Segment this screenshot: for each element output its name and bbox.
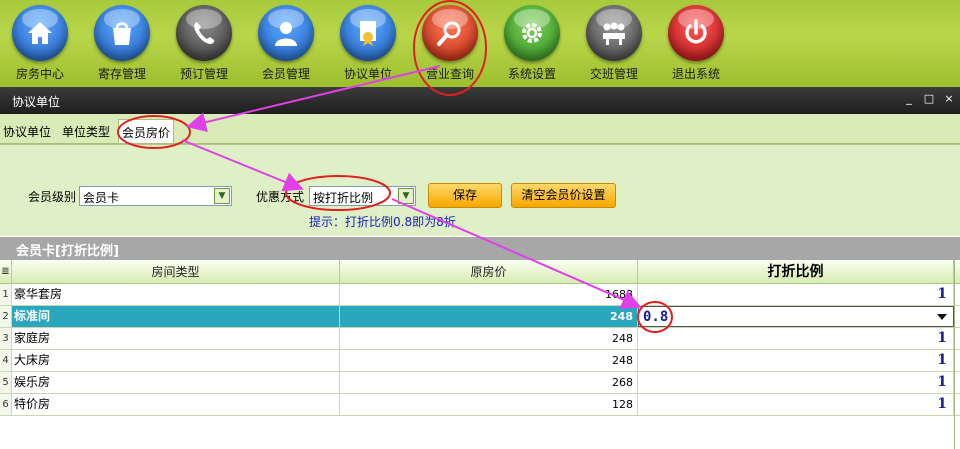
house-icon <box>12 5 68 61</box>
bag-icon <box>94 5 150 61</box>
member-level-label: 会员级别 <box>28 190 77 204</box>
row-index: 3 <box>0 328 12 349</box>
tab-member-price[interactable]: 会员房价 <box>118 119 175 143</box>
price-cell[interactable]: 248 <box>340 328 638 349</box>
toolbar-label: 寄存管理 <box>97 67 146 81</box>
table-row-selected[interactable]: 2 标准间 248 0.8 <box>0 306 960 328</box>
tab-unit-type[interactable]: 单位类型 <box>62 123 110 140</box>
discount-mode-select[interactable]: 按打折比例 ▼ <box>309 186 416 206</box>
chevron-down-icon[interactable]: ▼ <box>214 188 230 204</box>
column-discount-ratio[interactable]: 打折比例 <box>638 260 954 284</box>
discount-cell[interactable]: 1 <box>638 394 954 415</box>
minimize-button[interactable]: _ <box>902 92 916 106</box>
toolbar-label: 预订管理 <box>179 67 228 81</box>
discount-cell[interactable]: 1 <box>638 350 954 371</box>
window-title-bar: 协议单位 _ □ × <box>0 87 960 114</box>
main-toolbar: 房务中心 寄存管理 预订管理 会员管理 协议单位 营业查询 系统设置 交班管理 … <box>0 0 960 87</box>
toolbar-label: 交班管理 <box>589 67 638 81</box>
price-cell[interactable]: 1688 <box>340 284 638 305</box>
toolbar-room-center-button[interactable]: 房务中心 <box>0 2 80 84</box>
discount-mode-label: 优惠方式 <box>256 190 305 204</box>
toolbar-settings-button[interactable]: 系统设置 <box>492 2 572 84</box>
room-type-cell[interactable]: 标准间 <box>12 306 340 327</box>
toolbar-agreement-unit-button[interactable]: 协议单位 <box>328 2 408 84</box>
toolbar-shift-button[interactable]: 交班管理 <box>574 2 654 84</box>
table-row[interactable]: 1 豪华套房 1688 1 <box>0 284 960 306</box>
power-icon <box>668 5 724 61</box>
room-type-cell[interactable]: 家庭房 <box>12 328 340 349</box>
discount-cell[interactable]: 1 <box>638 284 954 305</box>
price-cell[interactable]: 268 <box>340 372 638 393</box>
chevron-down-icon[interactable] <box>937 314 947 320</box>
grid-title-bar: 会员卡[打折比例] <box>0 237 960 260</box>
magnifier-icon <box>422 5 478 61</box>
grid-right-border <box>954 260 955 449</box>
member-level-value: 会员卡 <box>83 191 120 205</box>
table-row[interactable]: 4 大床房 248 1 <box>0 350 960 372</box>
member-level-select[interactable]: 会员卡 ▼ <box>79 186 232 206</box>
discount-input-value: 0.8 <box>643 309 669 325</box>
gear-icon <box>504 5 560 61</box>
toolbar-label: 系统设置 <box>507 67 556 81</box>
toolbar-business-query-button[interactable]: 营业查询 <box>410 2 490 84</box>
discount-mode-value: 按打折比例 <box>313 191 374 205</box>
toolbar-label: 营业查询 <box>425 67 474 81</box>
table-row[interactable]: 3 家庭房 248 1 <box>0 328 960 350</box>
chevron-down-icon[interactable]: ▼ <box>398 188 414 204</box>
discount-cell[interactable]: 1 <box>638 372 954 393</box>
row-index: 6 <box>0 394 12 415</box>
list-icon: ≣ <box>0 260 12 284</box>
toolbar-storage-button[interactable]: 寄存管理 <box>82 2 162 84</box>
discount-cell[interactable]: 1 <box>638 328 954 349</box>
room-type-cell[interactable]: 特价房 <box>12 394 340 415</box>
room-type-cell[interactable]: 大床房 <box>12 350 340 371</box>
toolbar-label: 退出系统 <box>671 67 720 81</box>
save-button[interactable]: 保存 <box>428 183 502 208</box>
price-cell[interactable]: 248 <box>340 350 638 371</box>
window-title: 协议单位 <box>12 95 61 109</box>
handover-icon <box>586 5 642 61</box>
maximize-button[interactable]: □ <box>922 92 936 106</box>
grid-header: ≣ 房间类型 原房价 打折比例 <box>0 260 960 284</box>
toolbar-booking-button[interactable]: 预订管理 <box>164 2 244 84</box>
clear-member-price-button[interactable]: 清空会员价设置 <box>511 183 616 208</box>
discount-hint: 提示：打折比例0.8即为8折 <box>309 215 456 229</box>
room-type-cell[interactable]: 娱乐房 <box>12 372 340 393</box>
discount-input[interactable]: 0.8 <box>638 306 954 327</box>
room-type-cell[interactable]: 豪华套房 <box>12 284 340 305</box>
row-index: 4 <box>0 350 12 371</box>
column-original-price[interactable]: 原房价 <box>340 260 638 284</box>
toolbar-exit-button[interactable]: 退出系统 <box>656 2 736 84</box>
toolbar-label: 会员管理 <box>261 67 310 81</box>
grid-title: 会员卡[打折比例] <box>16 244 119 259</box>
row-index: 5 <box>0 372 12 393</box>
phone-icon <box>176 5 232 61</box>
user-icon <box>258 5 314 61</box>
toolbar-label: 协议单位 <box>343 67 392 81</box>
row-index: 2 <box>0 306 12 327</box>
close-button[interactable]: × <box>942 92 956 106</box>
price-cell[interactable]: 128 <box>340 394 638 415</box>
toolbar-label: 房务中心 <box>15 67 64 81</box>
tab-agreement-unit[interactable]: 协议单位 <box>3 123 51 140</box>
toolbar-member-button[interactable]: 会员管理 <box>246 2 326 84</box>
tab-bar: 协议单位 单位类型 会员房价 <box>0 114 960 144</box>
table-row[interactable]: 5 娱乐房 268 1 <box>0 372 960 394</box>
table-row[interactable]: 6 特价房 128 1 <box>0 394 960 416</box>
row-index: 1 <box>0 284 12 305</box>
column-room-type[interactable]: 房间类型 <box>12 260 340 284</box>
certificate-icon <box>340 5 396 61</box>
price-cell[interactable]: 248 <box>340 306 638 327</box>
